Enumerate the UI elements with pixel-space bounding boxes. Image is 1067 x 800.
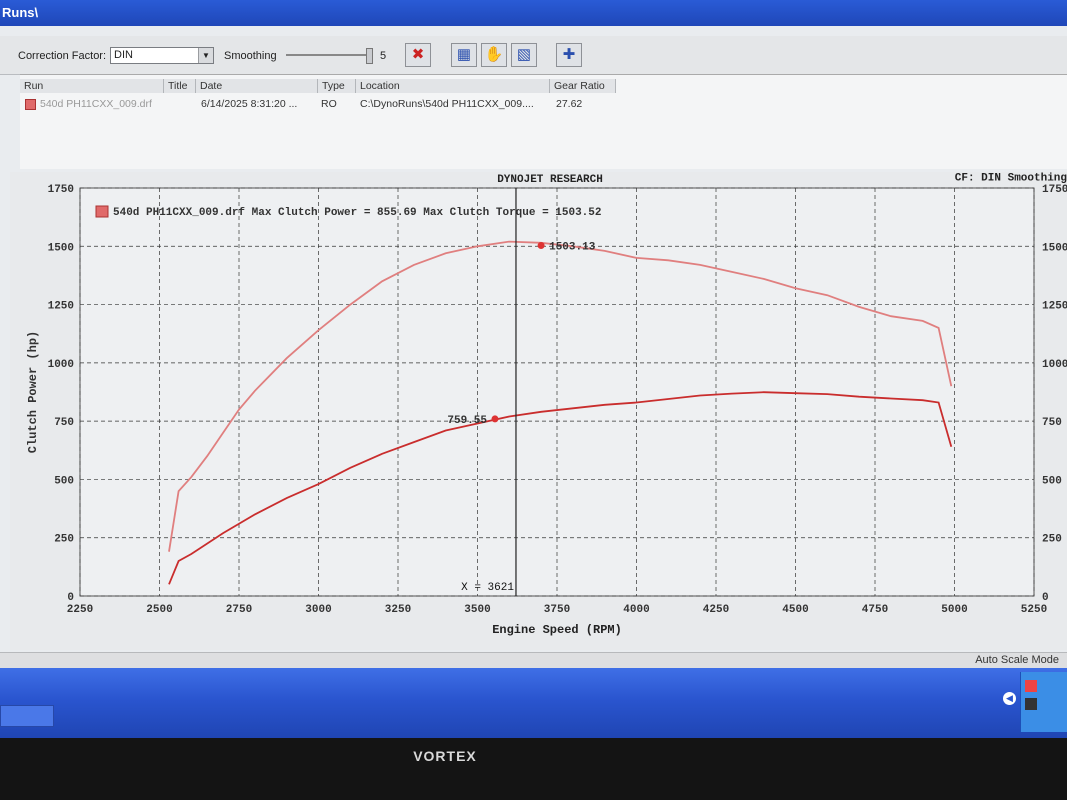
y-tick-label: 1750	[48, 184, 74, 196]
col-header-date[interactable]: Date	[196, 79, 318, 93]
x-tick-label: 4750	[862, 604, 888, 616]
cf-smoothing-text: CF: DIN Smoothing	[955, 172, 1067, 184]
toolbar: Correction Factor: DIN ▼ Smoothing 5 ✖ ▦…	[0, 36, 1067, 75]
system-tray	[1020, 672, 1067, 732]
y2-tick-labels: 0 250 500 750 1000 1250 1500 1750	[1042, 184, 1067, 604]
pan-hand-icon[interactable]: ✋	[481, 43, 507, 67]
chevron-down-icon[interactable]: ▼	[198, 48, 213, 63]
y-tick-label: 1250	[48, 301, 74, 313]
x-tick-label: 3750	[544, 604, 570, 616]
correction-factor-label: Correction Factor:	[18, 50, 107, 62]
legend-swatch	[95, 205, 109, 218]
x-tick-label: 5250	[1021, 604, 1047, 616]
cursor-label: X = 3621	[461, 582, 514, 594]
peak-marker	[491, 415, 499, 423]
peak-marker	[537, 242, 545, 250]
legend[interactable]: 540d PH11CXX_009.drf Max Clutch Power = …	[95, 205, 601, 219]
y-tick-label: 500	[54, 475, 74, 487]
y2-tick-label: 1250	[1042, 301, 1067, 313]
x-tick-label: 2750	[226, 604, 252, 616]
slider-track	[286, 54, 370, 56]
y2-tick-label: 750	[1042, 417, 1062, 429]
y-axis-label: Clutch Power (hp)	[26, 331, 40, 453]
run-color-swatch[interactable]	[25, 99, 36, 110]
legend-text: 540d PH11CXX_009.drf Max Clutch Power = …	[113, 207, 601, 219]
y2-tick-label: 500	[1042, 475, 1062, 487]
x-tick-label: 3250	[385, 604, 411, 616]
x-tick-label: 4250	[703, 604, 729, 616]
correction-factor-select[interactable]: DIN ▼	[110, 47, 214, 64]
col-header-location[interactable]: Location	[356, 79, 550, 93]
col-header-gear-ratio[interactable]: Gear Ratio	[550, 79, 616, 93]
smoothing-slider[interactable]	[286, 46, 376, 66]
run-name: 540d PH11CXX_009.drf	[40, 98, 152, 110]
x-tick-labels: 2250 2500 2750 3000 3250 3500 3750 4000 4250 4500…	[67, 604, 1047, 616]
autoscale-mode[interactable]: Auto Scale Mode	[975, 654, 1059, 666]
graph-header: DYNOJET RESEARCH	[497, 174, 603, 186]
taskbar-button[interactable]	[0, 705, 54, 727]
y2-tick-label: 1500	[1042, 242, 1067, 254]
x-tick-label: 3500	[464, 604, 490, 616]
y-tick-label: 1500	[48, 242, 74, 254]
col-header-run[interactable]: Run	[20, 79, 164, 93]
smoothing-value: 5	[380, 50, 387, 62]
run-type: RO	[321, 98, 337, 110]
monitor-brand: VORTEX	[413, 748, 477, 764]
window-titlebar: Runs\	[0, 0, 1067, 26]
y-tick-label: 0	[67, 592, 74, 604]
y2-tick-label: 1750	[1042, 184, 1067, 196]
tray-expand-icon[interactable]: ◀	[1003, 692, 1016, 705]
screen: Runs\ Correction Factor: DIN ▼ Smoothing…	[0, 0, 1067, 738]
crosshair-icon[interactable]: ✚	[556, 43, 582, 67]
col-header-title[interactable]: Title	[164, 79, 196, 93]
x-tick-label: 3000	[305, 604, 331, 616]
zoom-select-icon[interactable]: ▧	[511, 43, 537, 67]
window-title: Runs\	[2, 5, 39, 20]
dyno-chart[interactable]: DYNOJET RESEARCH CF: DIN Smoothing 2250 2…	[10, 172, 1067, 650]
graph-area[interactable]: DYNOJET RESEARCH CF: DIN Smoothing 2250 2…	[10, 172, 1067, 650]
x-tick-label: 5000	[941, 604, 967, 616]
col-header-type[interactable]: Type	[318, 79, 356, 93]
status-bar: Auto Scale Mode	[0, 652, 1067, 669]
y-tick-label: 1000	[48, 359, 74, 371]
monitor-bezel: VORTEX	[0, 738, 1067, 800]
y2-tick-label: 1000	[1042, 359, 1067, 371]
x-tick-label: 4000	[623, 604, 649, 616]
y2-tick-label: 250	[1042, 534, 1062, 546]
y-tick-label: 250	[54, 534, 74, 546]
runs-table: Run Title Date Type Location Gear Ratio …	[20, 74, 1067, 169]
x-axis-label: Engine Speed (RPM)	[492, 623, 622, 637]
taskbar: ◀	[0, 668, 1067, 738]
run-location: C:\DynoRuns\540d PH11CXX_009....	[360, 98, 534, 110]
power-label: 759.55	[447, 415, 487, 427]
slider-thumb[interactable]	[366, 48, 373, 64]
x-tick-label: 4500	[782, 604, 808, 616]
y2-tick-label: 0	[1042, 592, 1049, 604]
peak-torque-label: 1503.13	[549, 242, 596, 254]
run-gear-ratio: 27.62	[556, 98, 583, 110]
smoothing-label: Smoothing	[224, 50, 277, 62]
run-date: 6/14/2025 8:31:20 ...	[201, 98, 298, 110]
tray-network-icon[interactable]	[1025, 698, 1037, 710]
x-tick-label: 2500	[146, 604, 172, 616]
tray-app-icon[interactable]	[1025, 680, 1037, 692]
correction-factor-value: DIN	[114, 49, 133, 61]
delete-run-icon[interactable]: ✖	[405, 43, 431, 67]
zoom-box-icon[interactable]: ▦	[451, 43, 477, 67]
y-tick-label: 750	[54, 417, 74, 429]
y-tick-labels: 0 250 500 750 1000 1250 1500 1750	[48, 184, 74, 604]
x-tick-label: 2250	[67, 604, 93, 616]
